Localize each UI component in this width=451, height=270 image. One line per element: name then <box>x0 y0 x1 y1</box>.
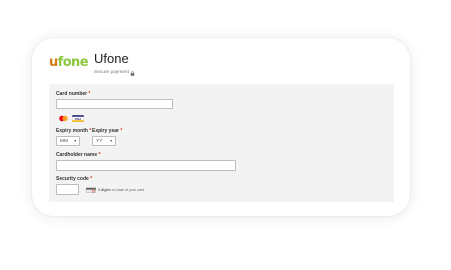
required-marker: * <box>98 152 101 158</box>
ufone-logo: ufone <box>49 55 89 70</box>
expiry-year-label-text: Expiry year <box>92 128 119 134</box>
cardholder-name-label-text: Cardholder name <box>56 152 98 158</box>
card-form-panel: Card number * VISA Expiry month * Expiry… <box>49 84 394 202</box>
security-code-hint-strong: 3 digits <box>98 188 111 192</box>
expiry-month-select[interactable]: MM ▼ <box>56 136 80 146</box>
card-number-input[interactable] <box>56 99 173 109</box>
chevron-down-icon: ▼ <box>73 139 77 143</box>
required-marker: * <box>89 128 92 134</box>
payment-card-frame: ufone Ufone Secure payment Card number * <box>32 38 410 216</box>
secure-payment-label: Secure payment <box>94 70 129 75</box>
card-back-cvv-icon <box>86 187 96 193</box>
chevron-down-icon: ▼ <box>109 139 113 143</box>
secure-payment-note: Secure payment <box>94 70 135 76</box>
mastercard-icon <box>59 115 68 122</box>
payment-header: ufone Ufone Secure payment <box>32 38 410 84</box>
security-code-label: Security code * <box>56 176 92 182</box>
lock-icon <box>131 70 135 76</box>
card-number-label: Card number * <box>56 91 90 97</box>
card-number-label-text: Card number <box>56 91 88 97</box>
expiry-year-select[interactable]: YY ▼ <box>92 136 116 146</box>
security-code-hint-rest: on back of your card <box>110 188 145 192</box>
expiry-year-value: YY <box>96 139 103 144</box>
cardholder-name-input[interactable] <box>56 160 236 171</box>
expiry-month-label: Expiry month * <box>56 128 91 134</box>
expiry-month-value: MM <box>60 139 68 144</box>
security-code-input[interactable] <box>56 184 79 195</box>
security-code-label-text: Security code <box>56 176 89 182</box>
expiry-year-label: Expiry year * <box>92 128 122 134</box>
expiry-month-label-text: Expiry month <box>56 128 88 134</box>
security-code-hint: 3 digits on back of your card <box>98 187 144 193</box>
merchant-title: Ufone <box>94 51 129 66</box>
logo-letters-fone: fone <box>57 55 89 70</box>
required-marker: * <box>120 128 123 134</box>
required-marker: * <box>88 91 91 97</box>
required-marker: * <box>90 176 93 182</box>
cardholder-name-label: Cardholder name * <box>56 152 100 158</box>
page-canvas: ufone Ufone Secure payment Card number * <box>0 0 451 270</box>
visa-icon: VISA <box>72 115 84 122</box>
logo-letter-u: u <box>49 55 58 70</box>
visa-text: VISA <box>75 117 81 121</box>
